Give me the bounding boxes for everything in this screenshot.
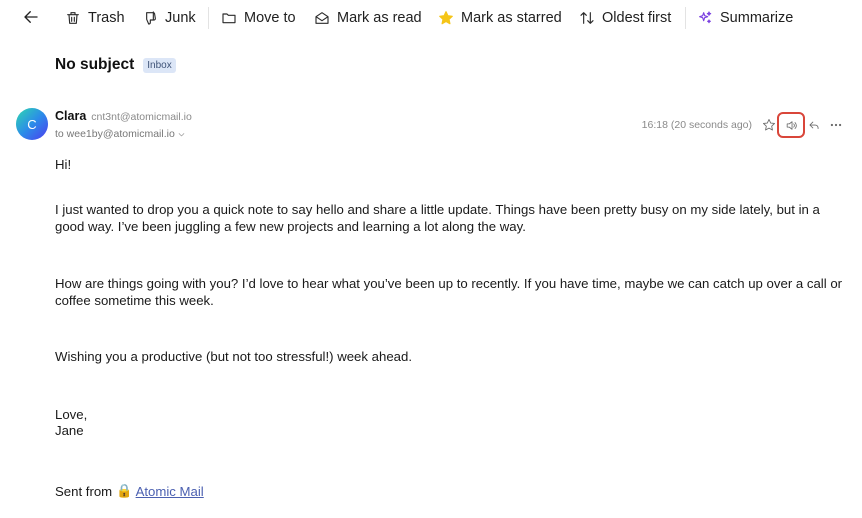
toolbar-divider — [208, 7, 209, 29]
sender-name[interactable]: Clara — [55, 109, 86, 123]
read-aloud-button[interactable] — [777, 112, 805, 138]
mark-as-starred-label: Mark as starred — [461, 10, 562, 26]
more-actions-button[interactable] — [827, 116, 845, 134]
sort-oldest-first-button[interactable]: Oldest first — [579, 4, 671, 32]
trash-icon — [67, 12, 79, 24]
trash-label: Trash — [88, 10, 125, 26]
mark-as-read-label: Mark as read — [337, 10, 422, 26]
body-greeting: Hi! — [55, 157, 72, 172]
mark-as-starred-button[interactable]: Mark as starred — [438, 4, 562, 32]
body-paragraph: How are things going with you? I’d love … — [55, 276, 843, 308]
trash-button[interactable]: Trash — [65, 4, 125, 32]
message-timestamp: 16:18 (20 seconds ago) — [641, 119, 752, 131]
junk-button[interactable]: Junk — [142, 4, 196, 32]
sort-label: Oldest first — [602, 10, 672, 26]
body-paragraph: Wishing you a productive (but not too st… — [55, 349, 412, 364]
folder-icon — [222, 13, 236, 24]
reply-button[interactable] — [805, 116, 823, 134]
toolbar: Trash Junk Move to Mark as read Mark as … — [0, 0, 862, 36]
folder-badge[interactable]: Inbox — [143, 57, 176, 73]
sender-info: Clara cnt3nt@atomicmail.io — [55, 109, 192, 123]
reply-icon — [809, 121, 819, 129]
arrow-left-icon — [24, 11, 38, 23]
avatar-initial: C — [27, 116, 37, 132]
star-filled-icon — [439, 11, 453, 25]
message-subject: No subject — [55, 56, 135, 73]
star-message-button[interactable] — [760, 116, 778, 134]
junk-label: Junk — [165, 10, 196, 26]
lock-icon: 🔒 — [116, 483, 133, 498]
sort-arrows-icon — [580, 12, 594, 24]
summarize-label: Summarize — [720, 10, 794, 26]
atomic-mail-link[interactable]: Atomic Mail — [136, 484, 204, 499]
thumbs-down-icon — [146, 11, 156, 25]
message-subject-row: No subject Inbox — [55, 56, 176, 74]
sender-email[interactable]: cnt3nt@atomicmail.io — [91, 111, 192, 123]
chevron-down-icon — [178, 132, 185, 136]
body-signature: Jane — [55, 423, 84, 438]
sender-avatar[interactable]: C — [16, 108, 48, 140]
move-to-label: Move to — [244, 10, 296, 26]
summarize-button[interactable]: Summarize — [697, 4, 793, 32]
recipient-text: to wee1by@atomicmail.io — [55, 128, 175, 140]
toolbar-divider — [685, 7, 686, 29]
body-paragraph: I just wanted to drop you a quick note t… — [55, 202, 820, 234]
star-outline-icon — [763, 119, 775, 131]
mark-as-read-button[interactable]: Mark as read — [314, 4, 422, 32]
recipient-toggle[interactable]: to wee1by@atomicmail.io — [55, 128, 186, 140]
sent-from-prefix: Sent from — [55, 483, 113, 499]
sparkles-icon — [699, 11, 712, 24]
envelope-open-icon — [315, 12, 329, 24]
more-horizontal-icon — [830, 123, 842, 127]
sent-from-line: Sent from 🔒 Atomic Mail — [55, 483, 204, 499]
move-to-button[interactable]: Move to — [221, 4, 296, 32]
body-signoff: Love, — [55, 407, 88, 422]
speaker-icon — [786, 120, 797, 130]
back-button[interactable] — [22, 8, 42, 28]
